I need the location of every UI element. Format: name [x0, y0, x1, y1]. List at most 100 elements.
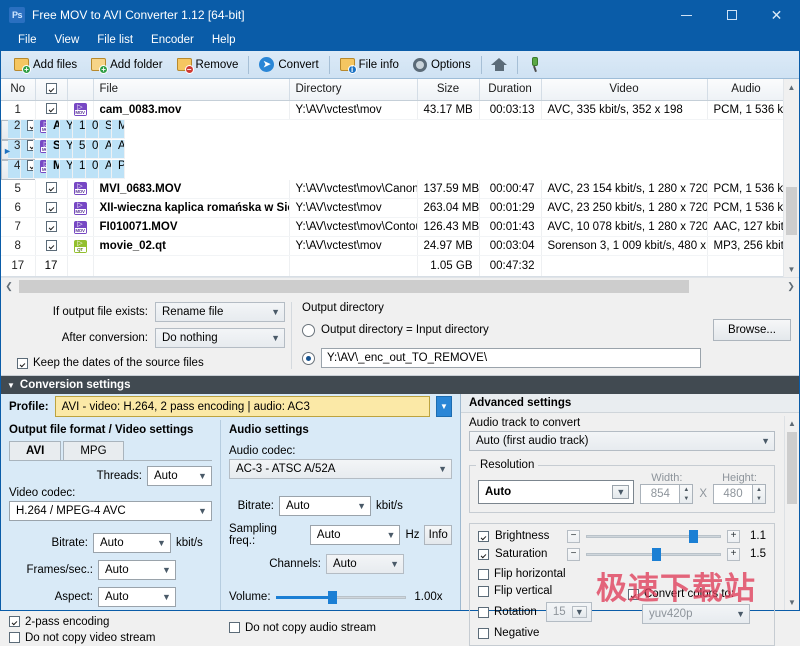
spin-down-icon[interactable]: ▼ — [680, 494, 692, 503]
row-checkbox[interactable] — [27, 140, 34, 151]
table-row[interactable]: 7▷MOVFI010071.MOVY:\AV\vctest\mov\Contou… — [1, 218, 785, 237]
negative-checkbox[interactable] — [478, 628, 489, 639]
column-header-size[interactable]: Size — [417, 79, 479, 100]
no-copy-audio-checkbox[interactable] — [229, 622, 240, 633]
saturation-checkbox[interactable] — [478, 549, 489, 560]
spin-up-icon[interactable]: ▲ — [680, 485, 692, 494]
scroll-up-icon[interactable]: ▲ — [784, 79, 799, 95]
column-header-directory[interactable]: Directory — [289, 79, 417, 100]
audio-bitrate-select[interactable]: Auto ▼ — [279, 496, 371, 516]
flip-vertical-row[interactable]: Flip vertical — [478, 585, 628, 597]
after-conversion-select[interactable]: Do nothing ▼ — [155, 328, 285, 348]
minus-icon[interactable]: − — [567, 548, 580, 561]
audio-info-button[interactable]: Info — [424, 525, 452, 545]
file-list-horizontal-scrollbar[interactable]: ❮ ❯ — [1, 277, 799, 294]
cell-checkbox[interactable] — [35, 100, 67, 119]
column-header-file[interactable]: File — [93, 79, 289, 100]
minus-icon[interactable]: − — [567, 530, 580, 543]
convert-colors-select[interactable]: yuv420p ▼ — [642, 604, 750, 624]
width-spin-buttons[interactable]: ▲ ▼ — [680, 484, 693, 504]
resolution-select[interactable]: Auto ▼ — [478, 480, 634, 504]
rotation-row[interactable]: Rotation 15 ▼ — [478, 602, 628, 622]
minimize-icon[interactable] — [664, 1, 709, 29]
cell-checkbox[interactable] — [35, 237, 67, 256]
no-copy-audio-row[interactable]: Do not copy audio stream — [229, 622, 452, 634]
column-header-duration[interactable]: Duration — [479, 79, 541, 100]
saturation-slider[interactable] — [586, 547, 721, 561]
audio-track-select[interactable]: Auto (first audio track) ▼ — [469, 431, 775, 451]
two-pass-row[interactable]: 2-pass encoding — [9, 616, 212, 628]
table-row[interactable]: 2▷MOVADOBE Photoshop CS2 Camera RAW Tut.… — [1, 120, 35, 140]
convert-button[interactable]: ➤ Convert — [252, 53, 325, 77]
threads-select[interactable]: Auto ▼ — [147, 466, 212, 486]
width-stepper[interactable]: 854 ▲ ▼ — [640, 484, 693, 504]
rotation-select[interactable]: 15 ▼ — [546, 602, 592, 622]
file-list[interactable]: No File Directory Size Duration Video Au… — [1, 79, 799, 277]
scroll-thumb[interactable] — [786, 187, 797, 235]
column-header-audio[interactable]: Audio — [707, 79, 785, 100]
advanced-settings-scrollbar[interactable]: ▲ ▼ — [784, 416, 799, 610]
select-all-checkbox[interactable] — [46, 83, 57, 94]
h-scroll-thumb[interactable] — [19, 280, 689, 293]
maximize-icon[interactable] — [709, 1, 754, 29]
keep-dates-row[interactable]: Keep the dates of the source files — [17, 357, 291, 369]
table-row[interactable]: 8▷QTmovie_02.qtY:\AV\vctest\mov24.97 MB0… — [1, 237, 785, 256]
output-directory-input[interactable]: Y:\AV\_enc_out_TO_REMOVE\ — [321, 348, 701, 368]
height-spin-buttons[interactable]: ▲ ▼ — [753, 484, 766, 504]
keep-dates-checkbox[interactable] — [17, 358, 28, 369]
menu-item-view[interactable]: View — [46, 32, 89, 48]
brightness-slider[interactable] — [586, 529, 721, 543]
home-button[interactable] — [485, 53, 514, 77]
aspect-select[interactable]: Auto ▼ — [98, 587, 176, 607]
row-checkbox[interactable] — [27, 160, 34, 171]
custom-dir-radio[interactable] — [302, 352, 315, 365]
spin-down-icon[interactable]: ▼ — [753, 494, 765, 503]
chevron-down-icon[interactable]: ▼ — [612, 485, 629, 499]
cell-checkbox[interactable] — [35, 218, 67, 237]
options-button[interactable]: Options — [406, 53, 478, 77]
table-row[interactable]: 4▷MOVMVI_0054.MOVY:\AV\vctest\mov\Canon … — [1, 160, 35, 180]
cell-checkbox[interactable] — [21, 120, 34, 139]
flip-horizontal-row[interactable]: Flip horizontal — [478, 568, 628, 580]
flip-vertical-checkbox[interactable] — [478, 586, 489, 597]
column-header-icon[interactable] — [67, 79, 93, 100]
column-header-no[interactable]: No — [1, 79, 35, 100]
two-pass-checkbox[interactable] — [9, 616, 20, 627]
column-header-video[interactable]: Video — [541, 79, 707, 100]
menu-item-file-list[interactable]: File list — [88, 32, 142, 48]
scroll-thumb[interactable] — [787, 432, 797, 504]
scroll-up-icon[interactable]: ▲ — [785, 416, 799, 431]
row-checkbox[interactable] — [46, 221, 57, 232]
chevron-down-icon[interactable]: ▼ — [572, 606, 587, 618]
add-folder-button[interactable]: + Add folder — [84, 53, 169, 77]
same-as-input-radio[interactable] — [302, 324, 315, 337]
add-files-button[interactable]: + Add files — [7, 53, 84, 77]
slider-knob[interactable] — [689, 530, 698, 543]
h-scroll-track[interactable] — [17, 280, 783, 293]
scroll-right-icon[interactable]: ❯ — [783, 281, 799, 292]
plus-icon[interactable]: + — [727, 548, 740, 561]
row-checkbox[interactable] — [46, 202, 57, 213]
volume-slider[interactable] — [276, 590, 406, 604]
cell-checkbox[interactable] — [21, 140, 34, 159]
convert-colors-row[interactable]: Convert colors to: — [628, 588, 766, 600]
flip-horizontal-checkbox[interactable] — [478, 569, 489, 580]
sampling-freq-select[interactable]: Auto ▼ — [310, 525, 401, 545]
brightness-checkbox[interactable] — [478, 531, 489, 542]
width-value[interactable]: 854 — [640, 484, 680, 504]
column-header-checkbox[interactable] — [35, 79, 67, 100]
plus-icon[interactable]: + — [727, 530, 740, 543]
custom-dir-row[interactable]: Y:\AV\_enc_out_TO_REMOVE\ — [302, 348, 791, 368]
row-checkbox[interactable] — [46, 103, 57, 114]
height-stepper[interactable]: 480 ▲ ▼ — [713, 484, 766, 504]
remove-button[interactable]: − Remove — [170, 53, 246, 77]
file-list-vertical-scrollbar[interactable]: ▲ ▼ — [783, 79, 799, 277]
tab-avi[interactable]: AVI — [9, 441, 61, 460]
cell-checkbox[interactable] — [35, 199, 67, 218]
scroll-down-icon[interactable]: ▼ — [784, 261, 799, 277]
height-value[interactable]: 480 — [713, 484, 753, 504]
table-row[interactable]: 1▷MOVcam_0083.movY:\AV\vctest\mov43.17 M… — [1, 100, 785, 119]
spin-up-icon[interactable]: ▲ — [753, 485, 765, 494]
audio-codec-select[interactable]: AC-3 - ATSC A/52A ▼ — [229, 459, 452, 479]
row-checkbox[interactable] — [46, 240, 57, 251]
